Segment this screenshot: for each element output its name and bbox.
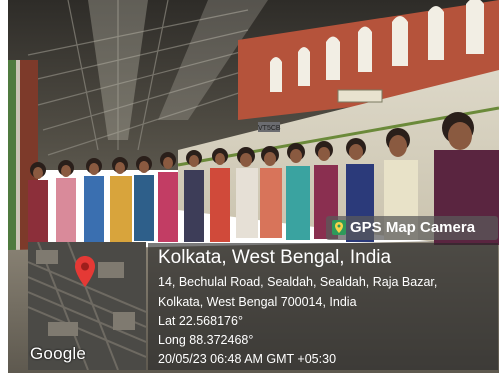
gps-map-camera-badge: GPS Map Camera [326, 216, 498, 240]
platform-sign: VT5CB [258, 125, 281, 132]
google-logo: Google [30, 344, 87, 363]
app-badge-label: GPS Map Camera [350, 219, 476, 236]
photo-frame: Google GPS Map Camera Kolkata, West Beng… [8, 0, 499, 373]
place-title: Kolkata, West Bengal, India [158, 247, 392, 268]
address-line-2: Kolkata, West Bengal 700014, India [158, 295, 357, 309]
latitude: Lat 22.568176° [158, 314, 243, 328]
longitude: Long 88.372468° [158, 333, 254, 347]
map-thumbnail: Google [28, 242, 146, 370]
location-info-panel: Kolkata, West Bengal, India 14, Bechulal… [148, 243, 498, 370]
address-line-1: 14, Bechulal Road, Sealdah, Sealdah, Raj… [158, 275, 438, 289]
map-pin-icon [332, 220, 346, 235]
datetime-stamp: 20/05/23 06:48 AM GMT +05:30 [158, 352, 337, 366]
map-marker-icon [75, 256, 95, 287]
